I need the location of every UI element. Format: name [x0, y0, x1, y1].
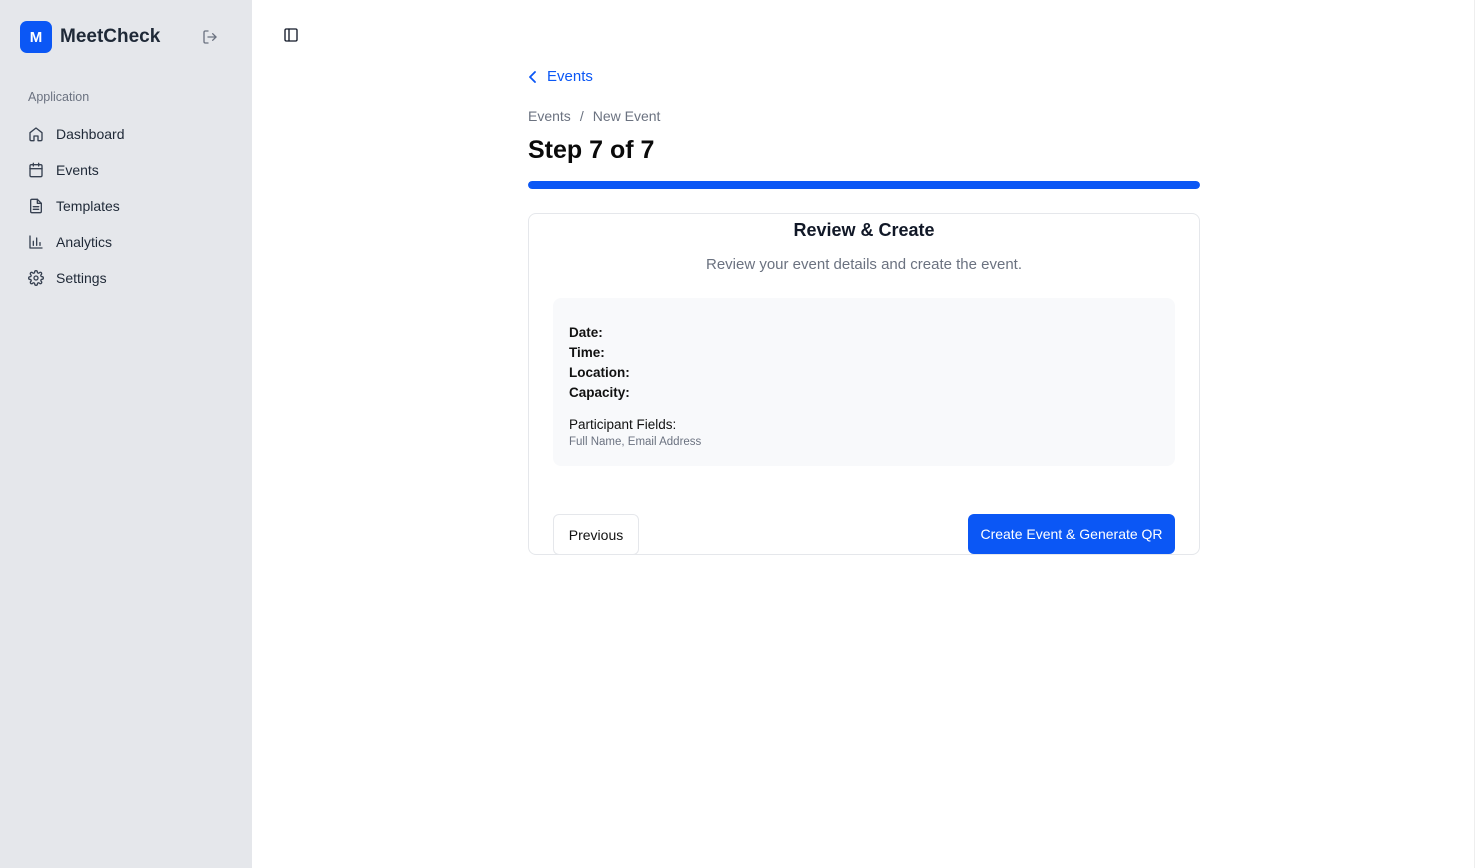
participant-fields-value: Full Name, Email Address: [569, 436, 702, 448]
breadcrumb-separator: /: [579, 108, 584, 124]
chevron-left-icon: [528, 70, 538, 83]
review-date: Date:: [569, 325, 607, 340]
participant-fields-label: Participant Fields:: [569, 417, 677, 432]
breadcrumb-events[interactable]: Events: [528, 108, 571, 124]
sidebar-nav: Dashboard Events Templates Analytics Set…: [20, 116, 234, 296]
create-event-button[interactable]: Create Event & Generate QR: [968, 514, 1175, 554]
document-icon: [28, 198, 44, 214]
sidebar-section-label: Application: [28, 90, 90, 104]
back-link[interactable]: Events: [528, 68, 593, 85]
sidebar-item-dashboard[interactable]: Dashboard: [20, 116, 234, 152]
brand[interactable]: M MeetCheck: [20, 21, 160, 53]
card-subtitle: Review your event details and create the…: [705, 256, 1023, 273]
app-logo: M: [20, 21, 52, 53]
review-capacity: Capacity:: [569, 385, 634, 400]
review-summary: Date: Time: Location: Capacity: Particip…: [553, 298, 1175, 466]
sidebar-item-events[interactable]: Events: [20, 152, 234, 188]
review-capacity-label: Capacity:: [569, 385, 630, 400]
sidebar-item-settings[interactable]: Settings: [20, 260, 234, 296]
page-title: Step 7 of 7: [528, 136, 655, 164]
review-time-label: Time:: [569, 345, 605, 360]
scrollbar[interactable]: [1474, 0, 1484, 868]
review-date-label: Date:: [569, 325, 603, 340]
gear-icon: [28, 270, 44, 286]
sidebar-item-analytics[interactable]: Analytics: [20, 224, 234, 260]
review-card: Review & Create Review your event detail…: [528, 213, 1200, 555]
review-time: Time:: [569, 345, 609, 360]
review-location-label: Location:: [569, 365, 630, 380]
calendar-icon: [28, 162, 44, 178]
logout-icon[interactable]: [200, 27, 220, 47]
bar-chart-icon: [28, 234, 44, 250]
review-location: Location:: [569, 365, 634, 380]
sidebar-item-label: Settings: [56, 270, 107, 286]
breadcrumb-current: New Event: [592, 108, 661, 124]
main-content: Events Events / New Event Step 7 of 7 Re…: [252, 0, 1484, 868]
sidebar-item-templates[interactable]: Templates: [20, 188, 234, 224]
progress-bar: [528, 181, 1200, 189]
sidebar-item-label: Events: [56, 162, 99, 178]
card-title: Review & Create: [793, 220, 935, 240]
sidebar: M MeetCheck Application Dashboard Events…: [0, 0, 252, 868]
sidebar-item-label: Dashboard: [56, 126, 125, 142]
home-icon: [28, 126, 44, 142]
progress-fill: [528, 181, 1200, 189]
sidebar-toggle-icon[interactable]: [282, 26, 300, 44]
sidebar-item-label: Analytics: [56, 234, 113, 250]
back-link-label: Events: [547, 68, 593, 85]
previous-button[interactable]: Previous: [553, 514, 639, 555]
breadcrumb: Events / New Event: [528, 108, 660, 124]
app-name: MeetCheck: [60, 26, 161, 47]
sidebar-item-label: Templates: [56, 198, 120, 214]
